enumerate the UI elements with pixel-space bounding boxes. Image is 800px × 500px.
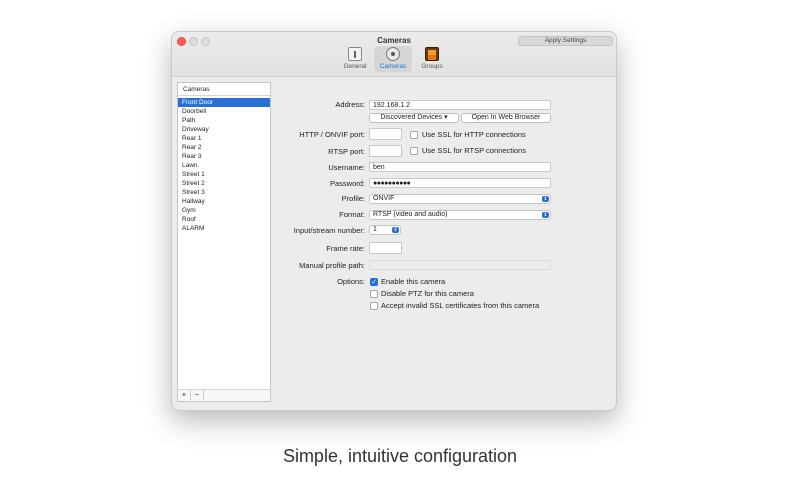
- tab-cameras[interactable]: Cameras: [374, 46, 412, 72]
- camera-list-footer: + −: [178, 389, 270, 401]
- username-field[interactable]: ben: [369, 162, 551, 172]
- disable-ptz-label: Disable PTZ for this camera: [381, 289, 474, 298]
- format-select[interactable]: RTSP (video and audio) ⇕: [369, 210, 551, 220]
- discovered-devices-button[interactable]: Discovered Devices ▾: [369, 113, 459, 123]
- add-camera-button[interactable]: +: [178, 390, 191, 400]
- open-web-browser-button[interactable]: Open In Web Browser: [461, 113, 551, 123]
- preferences-window: Cameras Apply Settings General Cameras G…: [171, 31, 617, 411]
- password-field[interactable]: ●●●●●●●●●●: [369, 178, 551, 188]
- format-value: RTSP (video and audio): [373, 211, 448, 218]
- camera-icon: [386, 47, 400, 61]
- accept-invalid-ssl-label: Accept invalid SSL certificates from thi…: [381, 301, 540, 310]
- ssl-http-label: Use SSL for HTTP connections: [422, 130, 526, 139]
- enable-camera-label: Enable this camera: [381, 277, 446, 286]
- chevron-updown-icon: ⇕: [542, 196, 549, 202]
- camera-list-header: Cameras: [178, 83, 270, 96]
- username-label: Username:: [328, 163, 365, 172]
- ssl-rtsp-checkbox[interactable]: [410, 147, 418, 155]
- password-label: Password:: [329, 179, 365, 188]
- options-label: Options:: [337, 277, 365, 286]
- http-port-label: HTTP / ONVIF port:: [299, 130, 365, 139]
- rtsp-port-field[interactable]: [369, 145, 402, 157]
- manual-profile-label: Manual profile path:: [299, 261, 365, 270]
- stream-number-stepper[interactable]: 1 ⇕: [369, 225, 401, 235]
- tab-general-label: General: [343, 63, 367, 70]
- stream-number-value: 1: [373, 226, 377, 233]
- accept-invalid-ssl-checkbox[interactable]: [370, 302, 378, 310]
- stream-number-label: Input/stream number:: [293, 226, 365, 235]
- tab-general[interactable]: General: [336, 46, 374, 72]
- list-item[interactable]: Path: [178, 116, 270, 125]
- apply-settings-button[interactable]: Apply Settings: [518, 36, 613, 46]
- profile-label: Profile:: [341, 194, 365, 203]
- disable-ptz-checkbox[interactable]: [370, 290, 378, 298]
- rtsp-port-label: RTSP port:: [328, 147, 365, 156]
- manual-profile-field[interactable]: [369, 260, 551, 270]
- frame-rate-label: Frame rate:: [326, 244, 365, 253]
- general-icon: [348, 47, 362, 61]
- remove-camera-button[interactable]: −: [191, 390, 204, 400]
- chevron-updown-icon: ⇕: [542, 212, 549, 218]
- tab-groups-label: Groups: [421, 63, 443, 70]
- groups-icon: [425, 47, 439, 61]
- ssl-rtsp-label: Use SSL for RTSP connections: [422, 146, 527, 155]
- tab-cameras-label: Cameras: [379, 63, 407, 70]
- http-port-field[interactable]: [369, 128, 402, 140]
- chevron-updown-icon: ⇕: [392, 227, 399, 233]
- titlebar: Cameras Apply Settings General Cameras G…: [172, 32, 616, 77]
- profile-select[interactable]: ONVIF ⇕: [369, 194, 551, 204]
- address-field[interactable]: 192.168.1.2: [369, 100, 551, 110]
- ssl-http-checkbox[interactable]: [410, 131, 418, 139]
- tab-groups[interactable]: Groups: [413, 46, 451, 72]
- frame-rate-field[interactable]: [369, 242, 402, 254]
- format-label: Format:: [339, 210, 365, 219]
- address-label: Address:: [335, 100, 365, 109]
- profile-value: ONVIF: [373, 195, 395, 202]
- enable-camera-checkbox[interactable]: ✓: [370, 278, 378, 286]
- marketing-caption: Simple, intuitive configuration: [282, 446, 518, 466]
